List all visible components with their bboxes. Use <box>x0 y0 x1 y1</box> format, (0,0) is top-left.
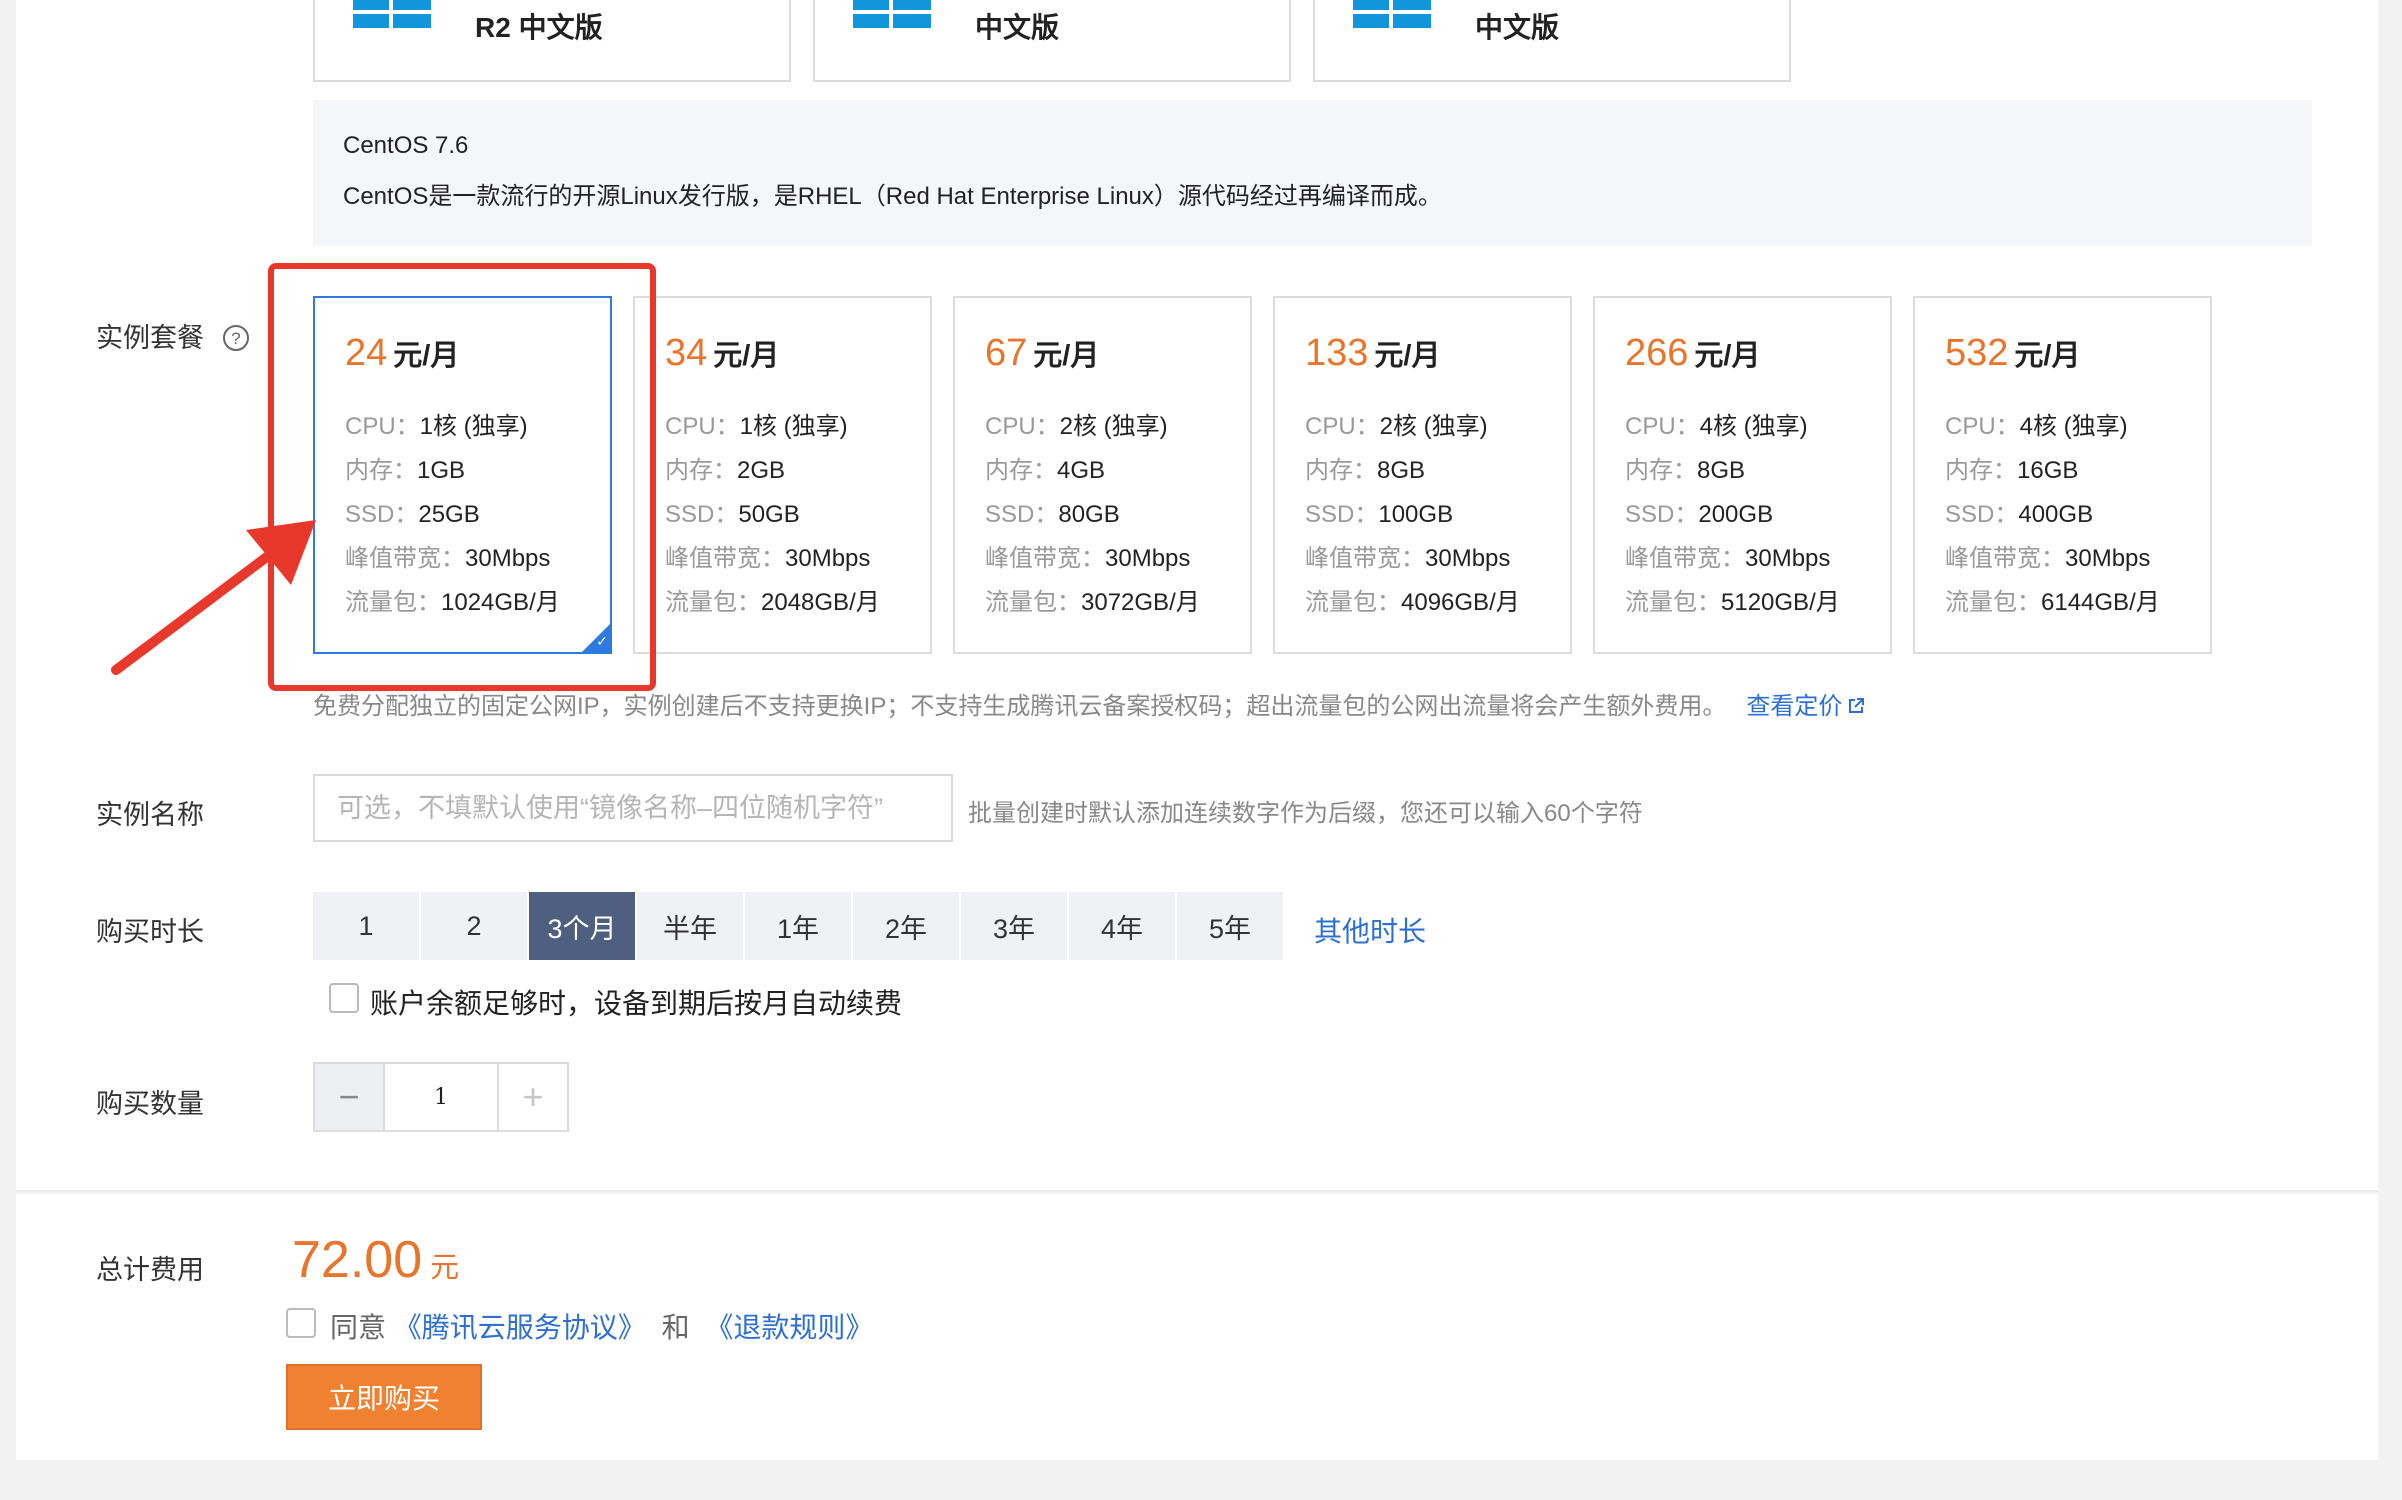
plan-spec-bw: 峰值带宽：30Mbps <box>345 545 551 572</box>
plan-spec-ssd: SSD：50GB <box>665 501 800 528</box>
duration-option[interactable]: 4年 <box>1069 892 1177 960</box>
buy-now-button[interactable]: 立即购买 <box>286 1364 482 1430</box>
plan-spec-ssd: SSD：200GB <box>1625 501 1774 528</box>
image-card-label: R2 中文版 <box>475 12 603 43</box>
bottom-bar <box>0 1460 2402 1500</box>
plan-price: 34 元/月 <box>665 332 780 374</box>
plan-spec-ssd: SSD：25GB <box>345 501 480 528</box>
plan-card[interactable]: 24 元/月 CPU：1核 (独享) 内存：1GB SSD：25GB 峰值带宽：30Mbp… <box>313 296 612 654</box>
duration-option[interactable]: 3个月 <box>529 892 637 960</box>
plan-spec-bw: 峰值带宽：30Mbps <box>1305 545 1511 572</box>
plan-spec-mem: 内存：4GB <box>985 457 1106 484</box>
quantity-stepper: − 1 + <box>313 1062 569 1132</box>
image-card-label: 中文版 <box>975 12 1060 43</box>
plan-spec-mem: 内存：16GB <box>1945 457 2079 484</box>
image-card-windows-3[interactable]: 中文版 <box>1313 0 1791 82</box>
image-card-windows-2[interactable]: 中文版 <box>813 0 1291 82</box>
plan-card[interactable]: 34 元/月 CPU：1核 (独享) 内存：2GB SSD：50GB 峰值带宽：30Mbp… <box>633 296 932 654</box>
checkmark-icon: ✓ <box>596 633 608 649</box>
plan-price: 532 元/月 <box>1945 332 2081 374</box>
instance-name-input[interactable] <box>313 774 953 842</box>
plan-spec-traffic: 流量包：6144GB/月 <box>1945 589 2160 616</box>
total-cost-amount: 72.00 元 <box>292 1231 460 1289</box>
duration-options: 1 2 3个月 半年 1年 2年 3年 4年 5年 <box>313 892 1285 960</box>
plan-card[interactable]: 67 元/月 CPU：2核 (独享) 内存：4GB SSD：80GB 峰值带宽：30Mbp… <box>953 296 1252 654</box>
plan-spec-cpu: CPU：2核 (独享) <box>985 413 1168 440</box>
plan-spec-traffic: 流量包：2048GB/月 <box>665 589 880 616</box>
duration-option[interactable]: 1 <box>313 892 421 960</box>
svg-text:?: ? <box>231 329 240 348</box>
plan-price: 24 元/月 <box>345 332 460 374</box>
refund-rules-link[interactable]: 《退款规则》 <box>705 1312 873 1343</box>
plan-spec-bw: 峰值带宽：30Mbps <box>665 545 871 572</box>
plan-spec-ssd: SSD：400GB <box>1945 501 2094 528</box>
plan-card[interactable]: 133 元/月 CPU：2核 (独享) 内存：8GB SSD：100GB 峰值带宽：30M… <box>1273 296 1572 654</box>
plan-note: 免费分配独立的固定公网IP，实例创建后不支持更换IP；不支持生成腾讯云备案授权码… <box>313 686 1866 721</box>
plan-spec-ssd: SSD：80GB <box>985 501 1120 528</box>
plan-spec-mem: 内存：8GB <box>1625 457 1746 484</box>
quantity-increment-button[interactable]: + <box>497 1064 567 1130</box>
duration-option[interactable]: 3年 <box>961 892 1069 960</box>
plan-spec-bw: 峰值带宽：30Mbps <box>985 545 1191 572</box>
question-circle-icon[interactable]: ? <box>222 324 250 352</box>
purchase-page: R2 中文版 中文版 中文版 CentOS 7.6 CentOS是一款流行的开源… <box>16 0 2378 1500</box>
external-link-icon <box>1849 698 1865 713</box>
annotation-arrow-icon <box>111 520 316 675</box>
plan-spec-traffic: 流量包：3072GB/月 <box>985 589 1200 616</box>
image-card-label: 中文版 <box>1475 12 1560 43</box>
plan-spec-cpu: CPU：4核 (独享) <box>1625 413 1808 440</box>
total-cost-label: 总计费用 <box>96 1255 204 1285</box>
image-card-windows-r2[interactable]: R2 中文版 <box>313 0 791 82</box>
plan-spec-ssd: SSD：100GB <box>1305 501 1454 528</box>
plan-spec-cpu: CPU：4核 (独享) <box>1945 413 2128 440</box>
plan-card[interactable]: 532 元/月 CPU：4核 (独享) 内存：16GB SSD：400GB 峰值带宽：30… <box>1913 296 2212 654</box>
duration-option[interactable]: 半年 <box>637 892 745 960</box>
plan-price: 133 元/月 <box>1305 332 1441 374</box>
plan-section-label: 实例套餐 ? <box>96 316 250 355</box>
image-description-text: CentOS是一款流行的开源Linux发行版，是RHEL（Red Hat Ent… <box>343 183 1442 210</box>
duration-option[interactable]: 2 <box>421 892 529 960</box>
image-description: CentOS 7.6 CentOS是一款流行的开源Linux发行版，是RHEL（… <box>313 100 2312 246</box>
image-description-title: CentOS 7.6 <box>343 132 469 159</box>
windows-logo-icon <box>1353 0 1431 28</box>
quantity-decrement-button[interactable]: − <box>315 1064 385 1130</box>
plan-spec-mem: 内存：1GB <box>345 457 466 484</box>
agreement-text: 同意 《腾讯云服务协议》 和 《退款规则》 <box>330 1312 874 1343</box>
duration-option[interactable]: 2年 <box>853 892 961 960</box>
quantity-value[interactable]: 1 <box>385 1064 497 1130</box>
plan-price: 67 元/月 <box>985 332 1100 374</box>
service-agreement-link[interactable]: 《腾讯云服务协议》 <box>394 1312 646 1343</box>
instance-name-hint: 批量创建时默认添加连续数字作为后缀，您还可以输入60个字符 <box>968 800 1643 827</box>
duration-option[interactable]: 1年 <box>745 892 853 960</box>
duration-option[interactable]: 5年 <box>1177 892 1285 960</box>
plan-price: 266 元/月 <box>1625 332 1761 374</box>
duration-section-label: 购买时长 <box>96 917 204 947</box>
quantity-section-label: 购买数量 <box>96 1089 204 1119</box>
plan-spec-bw: 峰值带宽：30Mbps <box>1945 545 2151 572</box>
name-section-label: 实例名称 <box>96 800 204 830</box>
plan-spec-mem: 内存：2GB <box>665 457 786 484</box>
auto-renew-checkbox[interactable] <box>329 983 359 1013</box>
windows-logo-icon <box>853 0 931 28</box>
plan-spec-traffic: 流量包：1024GB/月 <box>345 589 560 616</box>
view-pricing-link[interactable]: 查看定价 <box>1746 693 1866 720</box>
plan-spec-cpu: CPU：2核 (独享) <box>1305 413 1488 440</box>
windows-logo-icon <box>353 0 431 28</box>
footer-divider <box>16 1190 2378 1194</box>
plan-spec-bw: 峰值带宽：30Mbps <box>1625 545 1831 572</box>
plan-spec-cpu: CPU：1核 (独享) <box>665 413 848 440</box>
auto-renew-label: 账户余额足够时，设备到期后按月自动续费 <box>370 988 903 1019</box>
plan-card[interactable]: 266 元/月 CPU：4核 (独享) 内存：8GB SSD：200GB 峰值带宽：30M… <box>1593 296 1892 654</box>
plan-spec-traffic: 流量包：4096GB/月 <box>1305 589 1520 616</box>
plan-spec-traffic: 流量包：5120GB/月 <box>1625 589 1840 616</box>
plan-spec-cpu: CPU：1核 (独享) <box>345 413 528 440</box>
other-duration-link[interactable]: 其他时长 <box>1314 910 1426 950</box>
agree-checkbox[interactable] <box>286 1308 316 1338</box>
plan-spec-mem: 内存：8GB <box>1305 457 1426 484</box>
